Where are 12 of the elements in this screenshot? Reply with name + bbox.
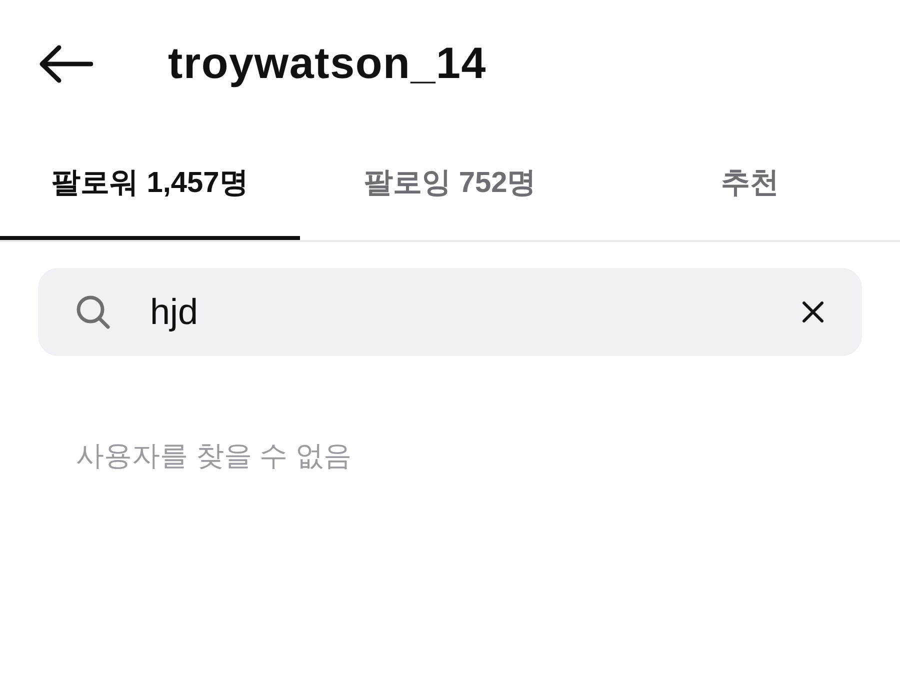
close-icon xyxy=(802,301,824,323)
search-field[interactable]: hjd xyxy=(38,268,862,356)
no-users-found-message: 사용자를 찾을 수 없음 xyxy=(76,439,352,473)
profile-username-title: troywatson_14 xyxy=(168,42,487,86)
search-icon xyxy=(76,295,110,329)
clear-button[interactable] xyxy=(802,301,824,323)
tab[interactable]: 팔로워 1,457명 xyxy=(0,128,300,240)
tab[interactable]: 추천 xyxy=(600,128,900,240)
tab[interactable]: 팔로잉 752명 xyxy=(300,128,600,240)
back-arrow-icon xyxy=(39,45,93,83)
back-button[interactable] xyxy=(38,44,94,84)
search-query-text: hjd xyxy=(150,294,198,330)
